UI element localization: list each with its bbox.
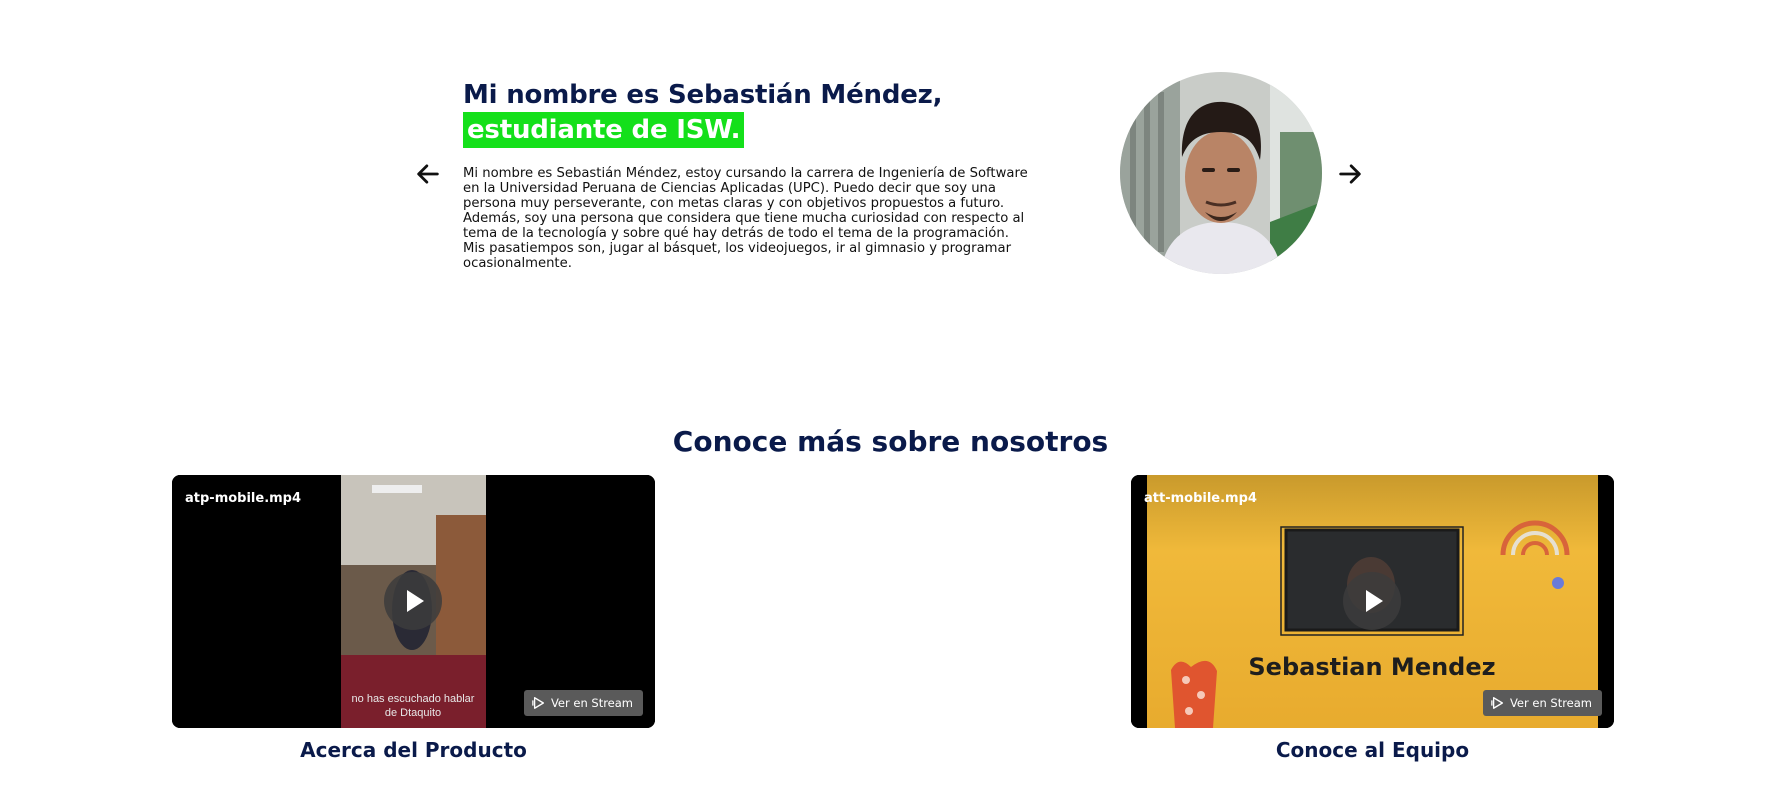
- stream-label: Ver en Stream: [550, 696, 633, 710]
- video-caption-team[interactable]: Conoce al Equipo: [1131, 738, 1614, 762]
- watch-in-stream-button[interactable]: Ver en Stream: [523, 690, 643, 716]
- play-button[interactable]: [1343, 572, 1401, 630]
- video-filename: atp-mobile.mp4: [185, 491, 302, 506]
- video-subtitle-2: de Dtaquito: [385, 707, 441, 719]
- play-icon: [407, 590, 424, 612]
- video-player-team[interactable]: Sebastian Mendez att-mobile.mp4 Ver en S…: [1131, 475, 1614, 728]
- video-subtitle-1: no has escuchado hablar: [352, 693, 475, 705]
- video-filename: att-mobile.mp4: [1144, 491, 1257, 506]
- video-caption-product[interactable]: Acerca del Producto: [172, 738, 655, 762]
- play-button[interactable]: [384, 572, 442, 630]
- hero-section: Mi nombre es Sebastián Méndez, estudiant…: [0, 0, 1781, 300]
- section-title: Conoce más sobre nosotros: [672, 425, 1109, 458]
- video-overlay-name: Sebastian Mendez: [1248, 653, 1495, 681]
- hero-title-highlight: estudiante de ISW.: [463, 112, 745, 148]
- hero-title: Mi nombre es Sebastián Méndez,: [463, 80, 943, 110]
- hero-text-block: Mi nombre es Sebastián Méndez, estudiant…: [463, 78, 1033, 271]
- stream-label: Ver en Stream: [1509, 696, 1592, 710]
- profile-photo-image: [1120, 72, 1322, 274]
- video-player-product[interactable]: no has escuchado hablar de Dtaquito atp-…: [172, 475, 655, 728]
- carousel-prev-button[interactable]: [414, 160, 442, 188]
- stream-icon: [1491, 697, 1503, 709]
- play-icon: [1366, 590, 1383, 612]
- arrow-left-icon: [417, 164, 439, 184]
- hero-description: Mi nombre es Sebastián Méndez, estoy cur…: [463, 166, 1028, 271]
- arrow-right-icon: [1339, 164, 1361, 184]
- stream-icon: [532, 697, 544, 709]
- watch-in-stream-button[interactable]: Ver en Stream: [1482, 690, 1602, 716]
- profile-photo: [1120, 72, 1322, 274]
- carousel-next-button[interactable]: [1336, 160, 1364, 188]
